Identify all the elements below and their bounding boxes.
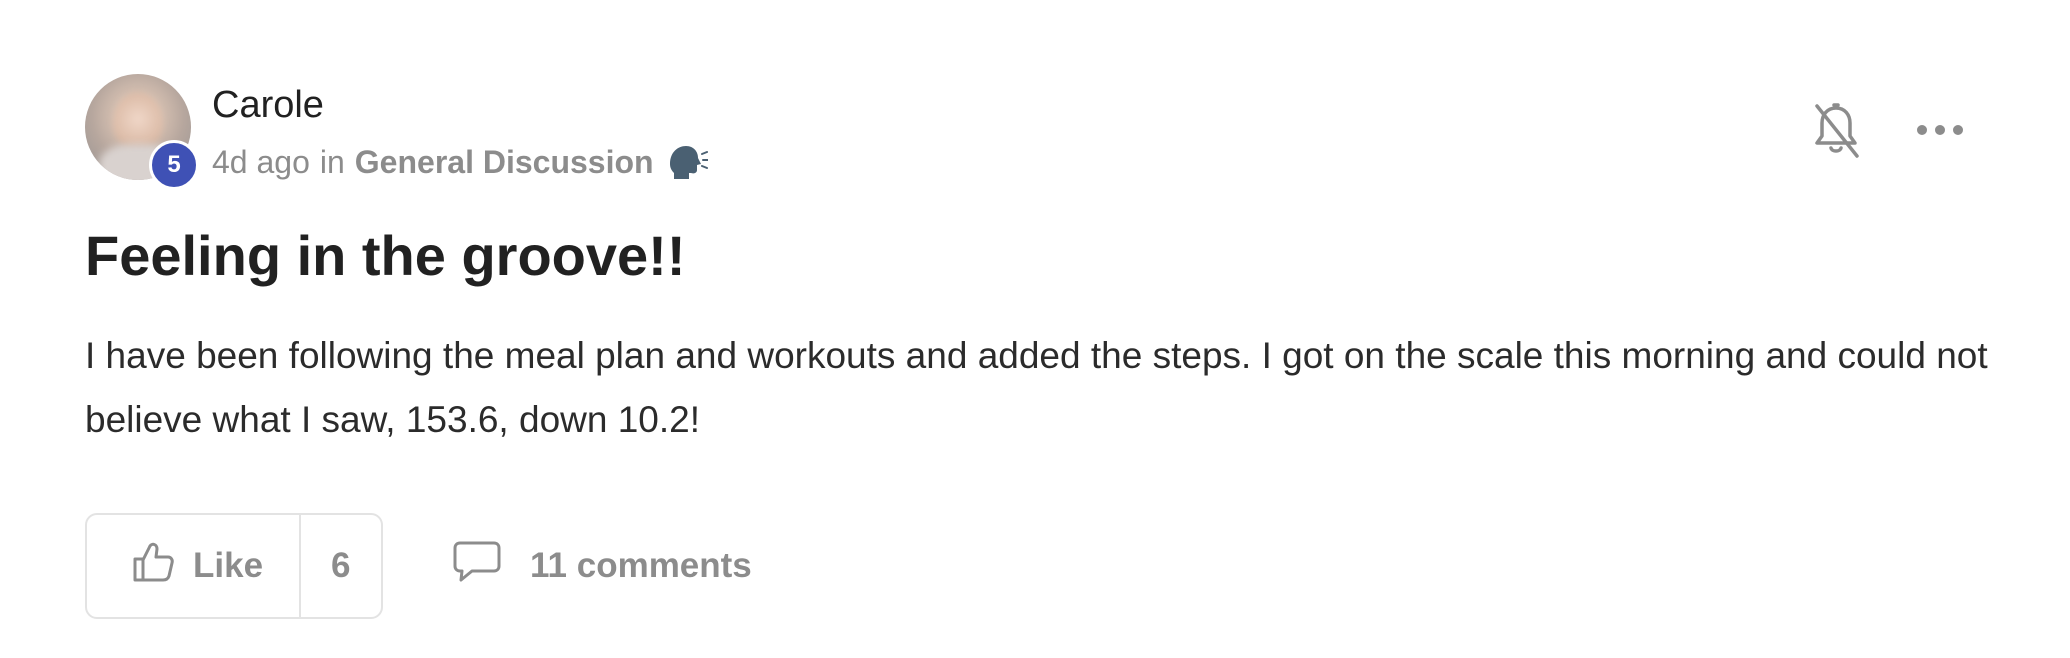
thumbs-up-icon [131,540,175,593]
level-badge: 5 [149,140,199,190]
post-body: I have been following the meal plan and … [85,335,1988,440]
more-icon[interactable] [1910,100,1970,160]
author-name[interactable]: Carole [212,82,324,128]
post-meta-in: in [319,144,345,180]
comments-link[interactable]: 11 comments [452,541,752,591]
post-title: Feeling in the groove!! [85,224,686,287]
post-meta: 4d ago in General Discussion [212,140,709,184]
bell-off-icon[interactable] [1806,100,1866,160]
like-label: Like [193,546,264,585]
comment-icon [452,539,502,594]
post-time: 4d ago [212,144,310,180]
category-link[interactable]: General Discussion [355,140,654,184]
like-count[interactable]: 6 [299,515,380,617]
like-group: Like 6 [85,513,383,619]
comments-label: 11 comments [530,546,752,585]
header-actions [1806,100,1970,160]
like-button[interactable]: Like [87,515,299,617]
post-card: 5 Carole 4d ago in General Discussion Fe… [0,0,2070,658]
speaking-head-icon [664,142,709,182]
author-avatar-wrapper[interactable]: 5 [85,74,201,190]
